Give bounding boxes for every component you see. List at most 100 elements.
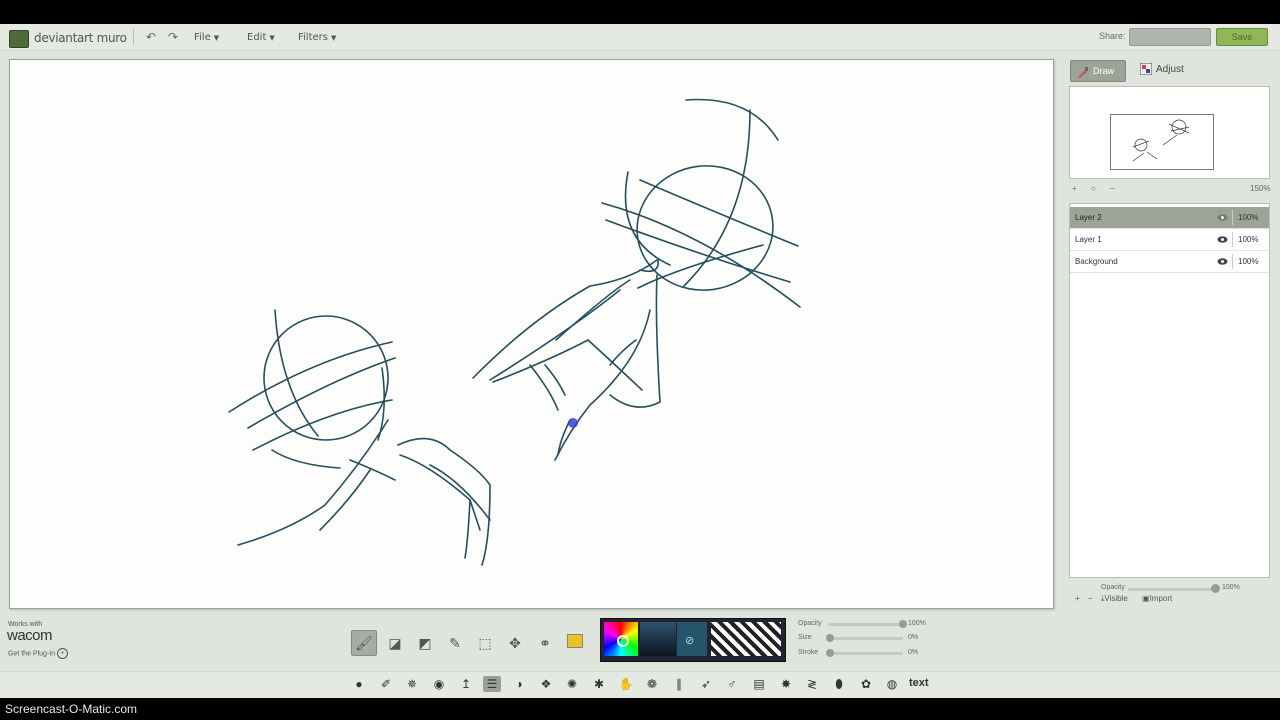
star-brush-icon[interactable]: ✱ (590, 676, 608, 692)
brush-stroke-slider[interactable] (828, 652, 903, 655)
curve-brush-icon[interactable]: ↥ (457, 676, 475, 692)
current-color-swatch[interactable]: ⊘ (677, 622, 707, 656)
zoom-reset-icon[interactable]: ○ (1091, 184, 1096, 193)
hue-selector[interactable] (617, 635, 629, 647)
stamp-tool-button[interactable] (563, 631, 587, 655)
bars-brush-icon[interactable]: ∥ (670, 676, 688, 692)
brush-opacity-label: Opacity (798, 620, 822, 627)
zoom-in-button[interactable]: + (1072, 184, 1077, 193)
stripes-brush-icon[interactable]: ▤ (750, 676, 768, 692)
save-button[interactable]: Save (1216, 28, 1268, 46)
select-tool-button[interactable]: ⬚ (473, 631, 497, 655)
wacom-plugin-link[interactable]: Get the Plug-In + (8, 648, 69, 659)
brush-opacity-slider[interactable] (828, 623, 903, 626)
layer-opacity[interactable]: 100% (1238, 257, 1258, 266)
add-layer-button[interactable]: + (1075, 594, 1080, 603)
sphere-brush-icon[interactable]: ◍ (883, 676, 901, 692)
pattern-swatch[interactable] (711, 622, 781, 656)
shade-picker[interactable] (640, 622, 676, 656)
color-picker[interactable]: ⊘ (600, 618, 786, 662)
stick-brush-icon[interactable]: ♂ (723, 676, 741, 692)
brush-size-value: 0% (908, 634, 919, 641)
wave-brush-icon[interactable]: ≷ (803, 676, 821, 692)
eye-icon[interactable] (1217, 256, 1228, 267)
paw-brush-icon[interactable]: ❖ (537, 676, 555, 692)
brush-tool-button[interactable]: 🖌 (351, 630, 377, 656)
wacom-logo: wacom (7, 627, 53, 644)
layer-opacity[interactable]: 100% (1238, 235, 1258, 244)
layer-name: Layer 2 (1075, 213, 1102, 222)
half-circle-brush-icon[interactable]: ◑ (510, 676, 528, 692)
zoom-out-button[interactable]: − (1110, 184, 1115, 193)
grid-brush-icon[interactable]: ✵ (403, 676, 421, 692)
stroke-bottom-line-4 (274, 309, 319, 437)
zoom-controls: + ○ − 150% (1070, 184, 1270, 196)
hand-brush-icon[interactable]: ✋ (617, 676, 635, 692)
eraser-tool-button[interactable]: ◪ (383, 631, 407, 655)
brush-icon (1078, 66, 1088, 78)
layer-row[interactable]: Background 100% (1070, 251, 1269, 273)
lines-brush-icon[interactable]: ☰ (483, 676, 501, 692)
dot-brush-icon[interactable]: ● (350, 676, 368, 692)
feather-brush-icon[interactable]: ➶ (697, 676, 715, 692)
text-tool-button[interactable]: text (909, 677, 929, 689)
circle-brush-icon[interactable]: ◉ (430, 676, 448, 692)
eyedropper-icon: ✎ (449, 635, 461, 651)
remove-layer-button[interactable]: − (1088, 594, 1093, 603)
visible-toggle[interactable]: ⤓Visible (1101, 594, 1134, 603)
stamp-icon (567, 634, 583, 648)
move-tool-button[interactable]: ✥ (503, 631, 527, 655)
menu-file[interactable]: File ▼ (194, 32, 219, 43)
layer-row[interactable]: Layer 1 100% (1070, 229, 1269, 251)
brush-size-knob[interactable] (826, 634, 834, 642)
eye-icon[interactable] (1217, 212, 1228, 223)
navigator-preview[interactable] (1069, 86, 1270, 179)
spiral-brush-icon[interactable]: ✺ (563, 676, 581, 692)
pencil-brush-icon[interactable]: ✐ (377, 676, 395, 692)
splat-brush-icon[interactable]: ✸ (777, 676, 795, 692)
swirl-brush-icon[interactable]: ❁ (643, 676, 661, 692)
chevron-down-icon: ▼ (330, 34, 337, 42)
redo-icon[interactable]: ↷ (168, 30, 178, 44)
layer-divider (1232, 254, 1233, 269)
app-title: deviantart muro (34, 31, 127, 45)
chevron-down-icon: ▼ (213, 34, 220, 42)
share-input[interactable] (1129, 28, 1211, 46)
fill-eraser-tool-button[interactable]: ◩ (413, 631, 437, 655)
brush-size-slider[interactable] (828, 637, 903, 640)
layer-divider (1232, 232, 1233, 247)
hue-wheel[interactable] (604, 622, 638, 656)
brush-opacity-value: 100% (908, 620, 926, 627)
menu-edit[interactable]: Edit ▼ (247, 32, 275, 43)
app-logo-icon (9, 30, 29, 48)
stroke-top-arm-2 (489, 289, 621, 381)
drop-brush-icon[interactable]: ⬮ (830, 676, 848, 692)
eyedropper-tool-button[interactable]: ✎ (443, 631, 467, 655)
stroke-bottom-body-2 (319, 469, 371, 531)
eye-icon[interactable] (1217, 234, 1228, 245)
layer-opacity-label: Opacity (1101, 584, 1125, 591)
tab-draw[interactable]: Draw (1070, 60, 1126, 82)
undo-icon[interactable]: ↶ (146, 30, 156, 44)
share-label: Share: (1099, 31, 1126, 41)
sketch-strokes (228, 98, 801, 566)
brush-stroke-label: Stroke (798, 649, 819, 656)
drawing-canvas[interactable] (9, 59, 1054, 609)
layer-opacity-knob[interactable] (1211, 584, 1220, 593)
stroke-bottom-arm-4 (349, 459, 396, 481)
select-rect-icon: ⬚ (478, 635, 492, 651)
stroke-bottom-line-6 (377, 367, 386, 441)
blob-brush-icon[interactable]: ✿ (857, 676, 875, 692)
stroke-top-arm-3 (492, 339, 643, 391)
layer-opacity[interactable]: 100% (1238, 213, 1258, 222)
layer-opacity-slider[interactable] (1128, 588, 1218, 591)
stroke-bottom-arm-2 (399, 454, 481, 531)
import-button[interactable]: ▣Import (1142, 594, 1178, 603)
menu-filters[interactable]: Filters ▼ (298, 32, 336, 43)
tab-adjust[interactable]: Adjust (1134, 60, 1194, 80)
brush-opacity-knob[interactable] (899, 620, 907, 628)
stroke-top-line-1 (639, 179, 799, 247)
lasso-tool-button[interactable]: ⚭ (533, 631, 557, 655)
layer-row[interactable]: Layer 2 100% (1070, 207, 1269, 229)
brush-stroke-knob[interactable] (826, 649, 834, 657)
